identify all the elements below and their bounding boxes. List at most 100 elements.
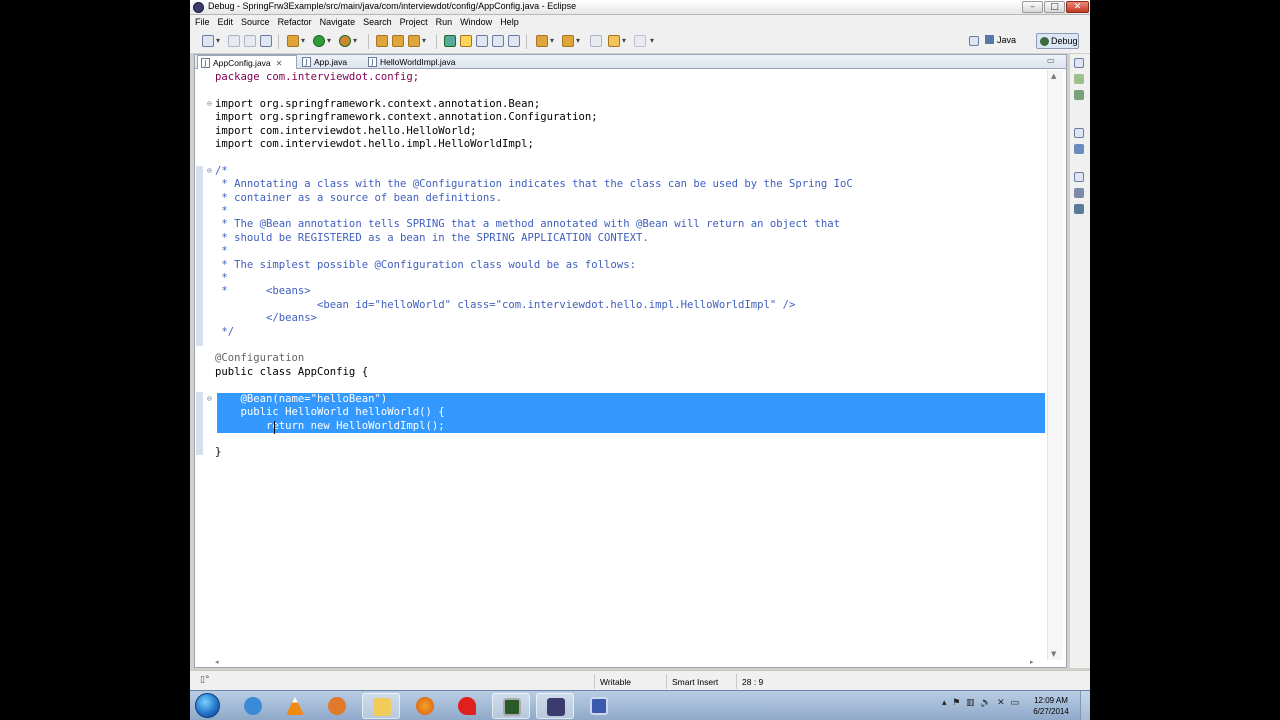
menu-refactor[interactable]: Refactor <box>278 15 317 29</box>
print-icon[interactable] <box>260 35 272 47</box>
menu-file[interactable]: File <box>195 15 215 29</box>
code-line-return-statement: return new HelloWorldImpl(); <box>215 420 445 432</box>
window-title: Debug - SpringFrw3Example/src/main/java/… <box>208 1 577 11</box>
toggle-breadcrumb-icon[interactable] <box>460 35 472 47</box>
last-edit-location-icon[interactable] <box>590 35 602 47</box>
tab-close-icon[interactable]: ✕ <box>276 59 283 68</box>
comment-line: <bean id="helloWorld" class="com.intervi… <box>215 299 796 311</box>
toolbar-separator <box>368 34 369 49</box>
taskbar-internet-explorer[interactable] <box>234 693 272 719</box>
forward-dropdown-icon[interactable]: ▾ <box>650 36 654 45</box>
show-paragraph-icon[interactable] <box>508 35 520 47</box>
previous-annotation-dropdown-icon[interactable]: ▾ <box>576 36 580 45</box>
taskbar-vlc[interactable] <box>276 693 314 719</box>
menu-search[interactable]: Search <box>363 15 397 29</box>
code-line-import-helloworld: import com.interviewdot.hello.HelloWorld… <box>215 125 477 137</box>
scroll-left-icon[interactable]: ◂ <box>215 658 219 666</box>
comment-line: * should be REGISTERED as a bean in the … <box>215 232 649 244</box>
variables-view-icon[interactable] <box>1074 188 1084 198</box>
menu-source[interactable]: Source <box>241 15 275 29</box>
tab-app-java[interactable]: J App.java <box>299 55 363 69</box>
toggle-mark-occurrences-icon[interactable] <box>444 35 456 47</box>
comment-line: */ <box>215 326 235 338</box>
breakpoints-view-icon[interactable] <box>1074 204 1084 214</box>
start-button[interactable] <box>195 693 220 718</box>
menu-window[interactable]: Window <box>460 15 497 29</box>
search-icon[interactable] <box>408 35 420 47</box>
external-tools-dropdown-icon[interactable]: ▾ <box>353 36 357 45</box>
fold-method-icon[interactable]: ⊖ <box>207 394 212 403</box>
taskbar-eclipse[interactable] <box>536 693 574 719</box>
tab-label: HelloWorldImpl.java <box>380 57 456 67</box>
eclipse-icon <box>193 2 204 13</box>
menu-help[interactable]: Help <box>500 15 524 29</box>
debug-dropdown-icon[interactable]: ▾ <box>301 36 305 45</box>
eclipse-icon <box>547 698 565 716</box>
menu-run[interactable]: Run <box>436 15 458 29</box>
perspective-debug-label: Debug <box>1051 36 1078 46</box>
outline-view-icon[interactable] <box>1074 144 1084 154</box>
scroll-right-icon[interactable]: ▸ <box>1030 658 1034 666</box>
code-editor[interactable]: package com.interviewdot.config; import … <box>215 71 1045 656</box>
maximize-button[interactable]: □ <box>1044 1 1065 13</box>
run-icon[interactable] <box>313 35 325 47</box>
code-line-import-helloworldimpl: import com.interviewdot.hello.impl.Hello… <box>215 138 534 150</box>
toolbar-separator <box>526 34 527 49</box>
menu-project[interactable]: Project <box>400 15 433 29</box>
comment-line: /* <box>215 165 228 177</box>
external-tools-icon[interactable] <box>339 35 351 47</box>
taskbar-media-player[interactable] <box>318 693 356 719</box>
close-button[interactable]: ✕ <box>1066 1 1089 13</box>
editor-tab-bar: J AppConfig.java ✕ J App.java J HelloWorl… <box>195 55 1066 69</box>
scroll-up-icon[interactable]: ▲ <box>1051 72 1056 80</box>
restore-view-icon[interactable] <box>1074 172 1084 182</box>
perspective-debug[interactable]: Debug <box>1036 33 1079 49</box>
new-dropdown-icon[interactable]: ▾ <box>216 36 220 45</box>
fold-imports-icon[interactable]: ⊖ <box>207 99 212 108</box>
back-icon[interactable] <box>608 35 620 47</box>
open-type-icon[interactable] <box>376 35 388 47</box>
perspective-java[interactable]: Java <box>985 35 1016 45</box>
taskbar-notepad[interactable] <box>580 693 618 719</box>
vertical-scrollbar[interactable]: ▲ ▼ <box>1047 70 1063 660</box>
comment-line: * Annotating a class with the @Configura… <box>215 178 853 190</box>
previous-annotation-icon[interactable] <box>562 35 574 47</box>
show-desktop-button[interactable] <box>1080 691 1090 720</box>
menu-edit[interactable]: Edit <box>218 15 239 29</box>
run-dropdown-icon[interactable]: ▾ <box>327 36 331 45</box>
scroll-down-icon[interactable]: ▼ <box>1051 650 1056 658</box>
minimize-button[interactable]: – <box>1022 1 1043 13</box>
fold-comment-icon[interactable]: ⊖ <box>207 166 212 175</box>
taskbar-airtel[interactable] <box>448 693 486 719</box>
menu-navigate[interactable]: Navigate <box>320 15 361 29</box>
forward-icon[interactable] <box>634 35 646 47</box>
restore-view-icon[interactable] <box>1074 128 1084 138</box>
next-annotation-dropdown-icon[interactable]: ▾ <box>550 36 554 45</box>
search-dropdown-icon[interactable]: ▾ <box>422 36 426 45</box>
taskbar-firefox[interactable] <box>406 693 444 719</box>
save-all-icon[interactable] <box>244 35 256 47</box>
debug-icon[interactable] <box>287 35 299 47</box>
restore-view-icon[interactable] <box>1074 58 1084 68</box>
save-icon[interactable] <box>228 35 240 47</box>
comment-range-marker <box>196 166 203 346</box>
next-annotation-icon[interactable] <box>536 35 548 47</box>
taskbar-terminal[interactable] <box>492 693 530 719</box>
back-dropdown-icon[interactable]: ▾ <box>622 36 626 45</box>
servers-view-icon[interactable] <box>1074 90 1084 100</box>
block-selection-icon[interactable] <box>476 35 488 47</box>
tab-helloworldimpl-java[interactable]: J HelloWorldImpl.java <box>365 55 475 69</box>
minimize-editor-icon[interactable]: ▭ <box>1047 56 1055 65</box>
fast-view-icon[interactable]: ▯° <box>200 675 209 685</box>
tab-appconfig-java[interactable]: J AppConfig.java ✕ <box>197 55 297 69</box>
show-whitespace-icon[interactable] <box>492 35 504 47</box>
open-task-icon[interactable] <box>392 35 404 47</box>
taskbar-clock[interactable]: 12:09 AM 6/27/2014 <box>1026 695 1076 717</box>
new-icon[interactable] <box>202 35 214 47</box>
comment-line: </beans> <box>215 312 318 324</box>
horizontal-scrollbar[interactable]: ◂ ▸ <box>215 658 1045 667</box>
debug-view-icon[interactable] <box>1074 74 1084 84</box>
open-perspective-icon[interactable] <box>969 36 979 46</box>
taskbar-file-explorer[interactable] <box>362 693 400 719</box>
system-tray[interactable]: ▴ ⚑ ▥ 🔈 ✕ ▭ <box>942 698 1019 708</box>
